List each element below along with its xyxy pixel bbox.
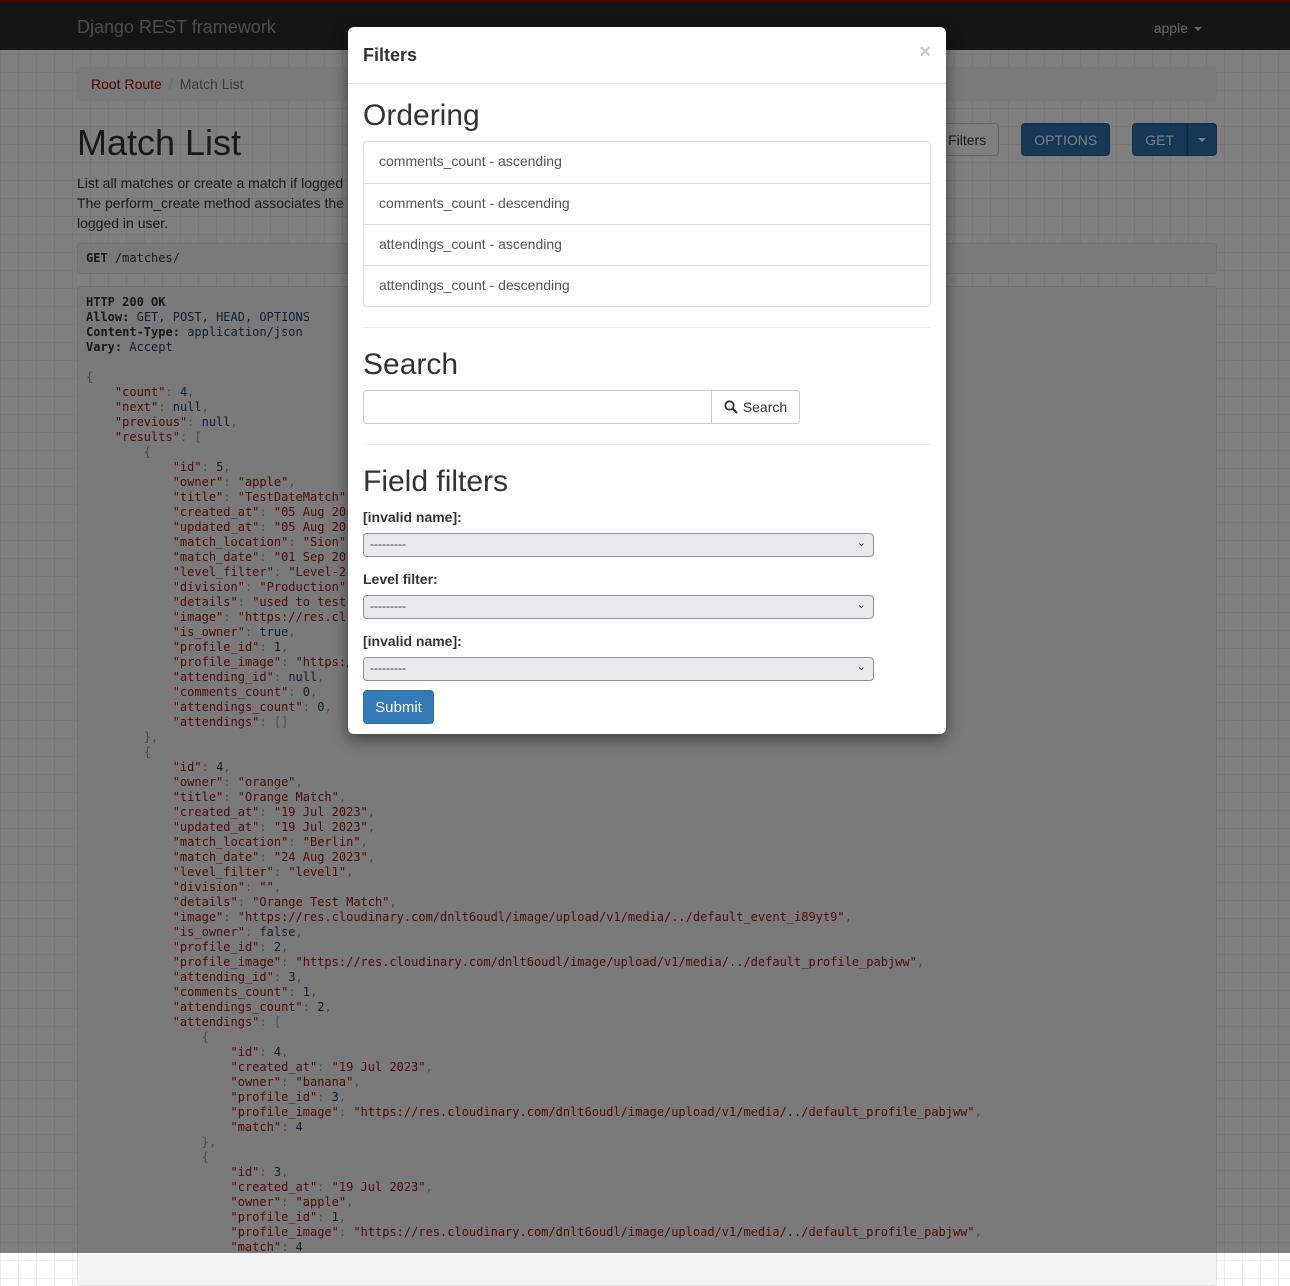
chevron-down-icon: ⌄ bbox=[856, 661, 866, 673]
filter-label: Level filter: bbox=[363, 571, 438, 587]
close-icon[interactable]: × bbox=[919, 41, 931, 64]
ordering-option[interactable]: comments_count - descending bbox=[364, 183, 930, 224]
search-heading: Search bbox=[363, 348, 459, 381]
filter-label: [invalid name]: bbox=[363, 509, 462, 525]
search-form: Search bbox=[363, 390, 800, 424]
filter-select[interactable]: --------- ⌄ bbox=[363, 657, 874, 681]
search-icon bbox=[724, 400, 738, 414]
chevron-down-icon: ⌄ bbox=[856, 537, 866, 549]
filter-select-value: --------- bbox=[370, 537, 406, 551]
filter-label: [invalid name]: bbox=[363, 633, 462, 649]
divider bbox=[363, 444, 931, 445]
filter-select-value: --------- bbox=[370, 661, 406, 675]
ordering-list: comments_count - ascending comments_coun… bbox=[363, 141, 931, 307]
filter-select-value: --------- bbox=[370, 599, 406, 613]
submit-button[interactable]: Submit bbox=[363, 690, 434, 724]
ordering-option[interactable]: attendings_count - ascending bbox=[364, 224, 930, 265]
divider bbox=[363, 327, 931, 328]
level-filter-select[interactable]: --------- ⌄ bbox=[363, 595, 874, 619]
search-input[interactable] bbox=[363, 390, 712, 424]
filter-select[interactable]: --------- ⌄ bbox=[363, 533, 874, 557]
filters-modal: Filters × Ordering comments_count - asce… bbox=[348, 27, 946, 734]
ordering-option[interactable]: comments_count - ascending bbox=[364, 142, 930, 183]
modal-title: Filters bbox=[363, 45, 418, 65]
chevron-down-icon: ⌄ bbox=[856, 599, 866, 611]
ordering-option[interactable]: attendings_count - descending bbox=[364, 265, 930, 306]
ordering-heading: Ordering bbox=[363, 99, 480, 132]
search-button[interactable]: Search bbox=[712, 390, 800, 424]
modal-header: Filters × bbox=[348, 27, 946, 84]
search-button-label: Search bbox=[742, 399, 788, 415]
field-filters-heading: Field filters bbox=[363, 465, 509, 498]
modal-body: Ordering comments_count - ascending comm… bbox=[348, 99, 946, 724]
